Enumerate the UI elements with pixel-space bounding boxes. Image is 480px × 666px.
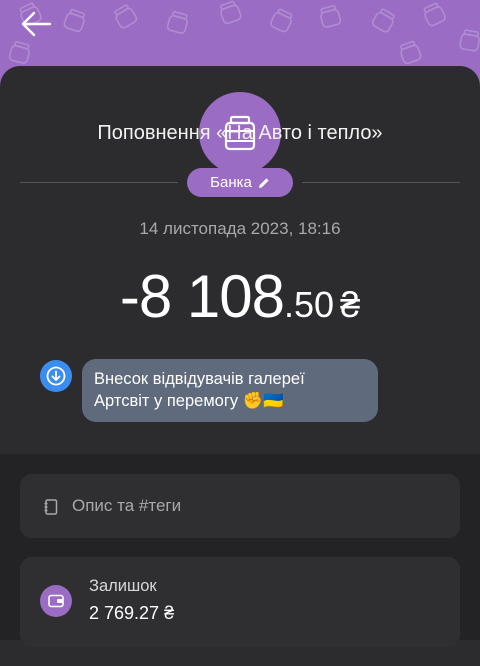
category-chip[interactable]: Банка (187, 168, 293, 197)
description-label: Опис та #теги (72, 496, 182, 515)
wallet-avatar (40, 585, 72, 617)
arrow-left-icon (21, 11, 52, 37)
amount-decimal: .50 (284, 284, 335, 325)
divider-left (20, 182, 178, 183)
wallet-icon (48, 594, 64, 608)
amount-integer: -8 108 (119, 263, 285, 330)
transaction-title: Поповнення «На Авто і тепло» (97, 122, 383, 144)
balance-label: Залишок (89, 577, 157, 595)
category-chip-label: Банка (210, 174, 252, 191)
amount-currency: ₴ (340, 284, 361, 325)
back-button[interactable] (16, 6, 56, 42)
transaction-date: 14 листопада 2023, 18:16 (139, 219, 341, 238)
divider-right (302, 182, 460, 183)
comment-line-1: Внесок відвідувачів галереї (94, 370, 305, 388)
notebook-icon (44, 499, 58, 515)
message-avatar (40, 360, 72, 392)
balance-value: 2 769.27 ₴ (89, 603, 175, 623)
comment-bubble: Внесок відвідувачів галереї Артсвіт у пе… (82, 359, 378, 422)
comment-line-2: Артсвіт у перемогу ✊🇺🇦 (94, 392, 284, 410)
download-circle-icon (46, 366, 66, 386)
balance-card: Залишок 2 769.27 ₴ (20, 557, 460, 647)
description-tags-button[interactable]: Опис та #теги (20, 474, 460, 538)
pencil-icon (258, 177, 269, 188)
transaction-amount: -8 108.50 ₴ (0, 262, 480, 331)
